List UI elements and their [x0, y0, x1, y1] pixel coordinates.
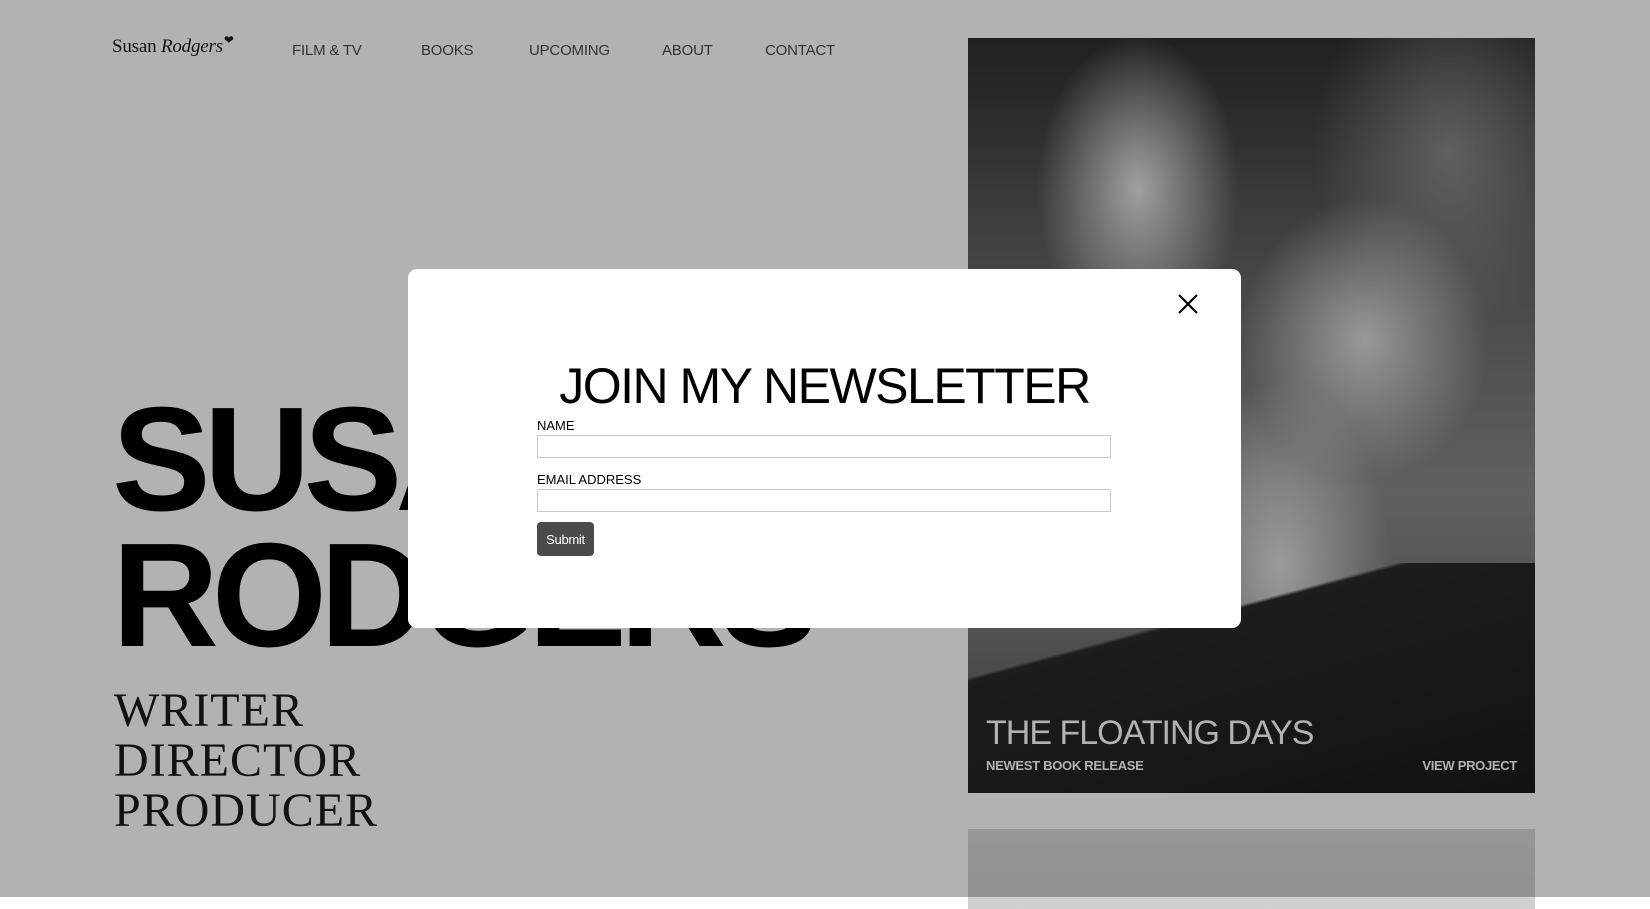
- email-field[interactable]: [537, 489, 1111, 512]
- newsletter-modal: JOIN MY NEWSLETTER NAME EMAIL ADDRESS Su…: [408, 269, 1241, 628]
- submit-button[interactable]: Submit: [537, 522, 594, 556]
- name-label: NAME: [537, 418, 575, 433]
- email-label: EMAIL ADDRESS: [537, 472, 642, 487]
- close-icon[interactable]: [1173, 289, 1203, 319]
- name-field[interactable]: [537, 435, 1111, 458]
- modal-title: JOIN MY NEWSLETTER: [559, 358, 1091, 414]
- close-icon-glyph: [1178, 294, 1198, 314]
